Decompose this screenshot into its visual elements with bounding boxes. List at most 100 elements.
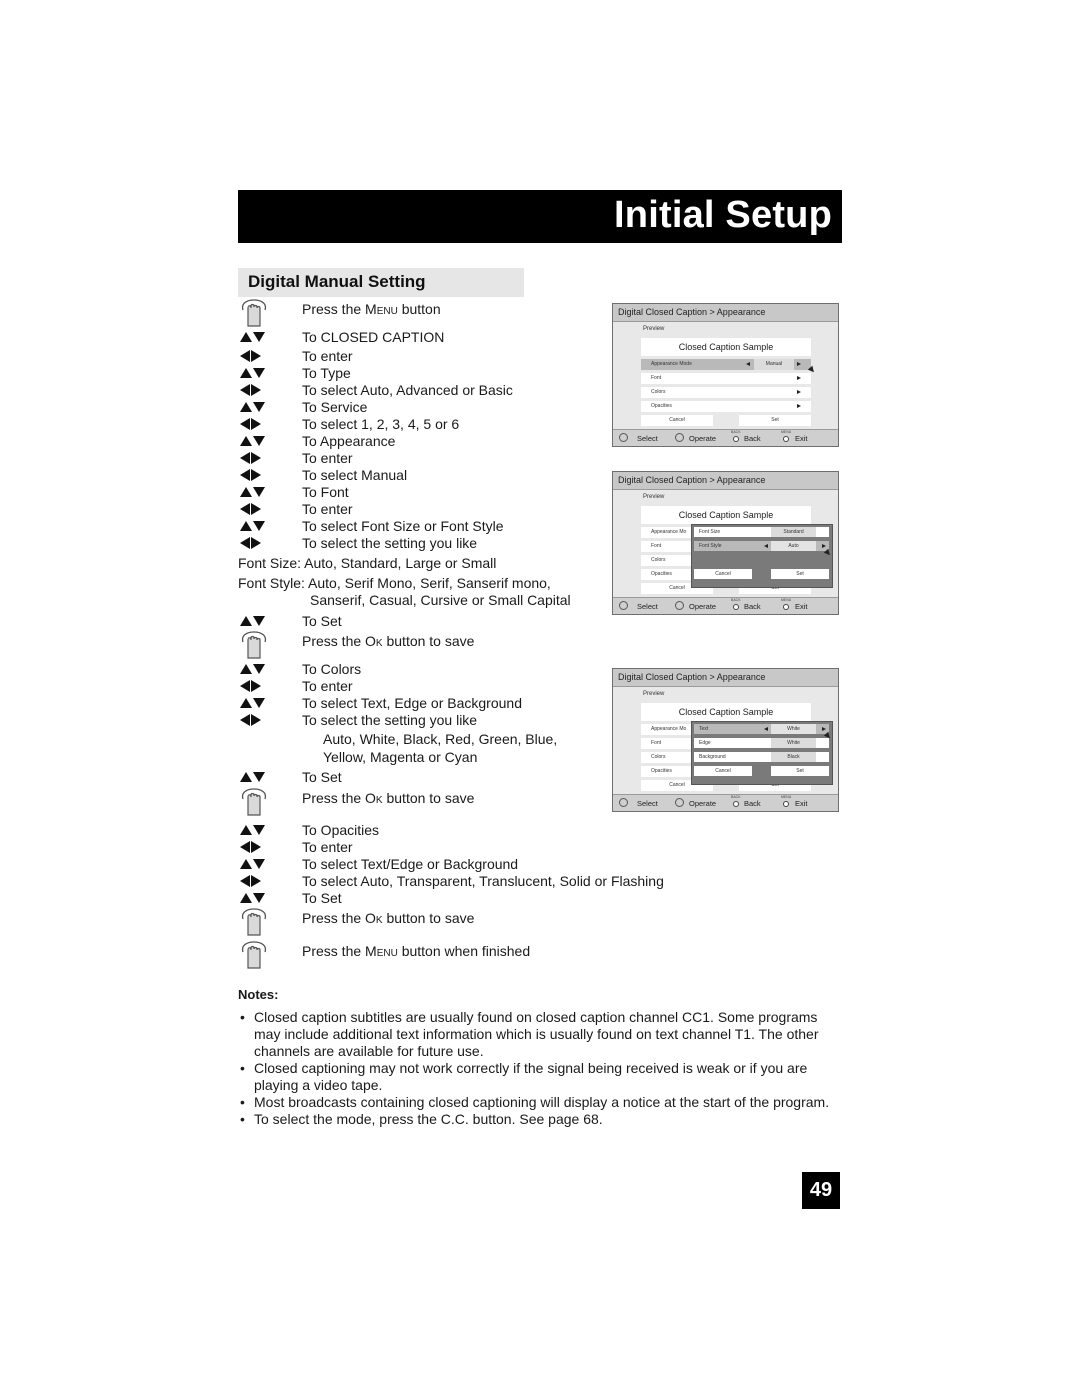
left-right-arrows-icon: [240, 838, 270, 856]
menu-row-font[interactable]: Font: [641, 373, 811, 384]
right-arrow-icon: [797, 390, 801, 394]
section-title: Digital Manual Setting: [248, 272, 426, 291]
menu-button-icon: [783, 436, 789, 442]
up-down-arrows-icon: [240, 889, 270, 907]
section-header: Digital Manual Setting: [238, 268, 524, 297]
popup-cancel-button[interactable]: Cancel: [694, 766, 752, 776]
step-text: To Type: [302, 365, 351, 381]
left-right-arrows-icon: [240, 381, 270, 399]
step-text: To enter: [302, 839, 353, 855]
popup-row-background[interactable]: Background Black: [694, 752, 829, 762]
dpad-icon: [675, 433, 684, 442]
step-text: To Set: [302, 613, 342, 629]
left-right-arrows-icon: [240, 677, 270, 695]
page-number: 49: [802, 1172, 840, 1209]
step-text: To select 1, 2, 3, 4, 5 or 6: [302, 416, 460, 432]
caption-sample: Closed Caption Sample: [641, 338, 811, 356]
set-button[interactable]: Set: [739, 415, 811, 426]
step-text: To select Text, Edge or Background: [302, 695, 522, 711]
up-down-arrows-icon: [240, 483, 270, 501]
popup-set-button[interactable]: Set: [771, 766, 829, 776]
up-down-arrows-icon: [240, 517, 270, 535]
up-down-arrows-icon: [240, 328, 270, 346]
up-down-arrows-icon: [240, 855, 270, 873]
step-text: To Colors: [302, 661, 362, 677]
hand-press-icon: [241, 299, 267, 327]
right-arrow-icon: [822, 544, 826, 548]
back-button-icon: [733, 436, 739, 442]
menu-row-appearance-mode[interactable]: Appearance Mode Manual: [641, 359, 811, 370]
popup-row-text[interactable]: Text White: [694, 724, 829, 734]
step-text: Press the Menu button when finished: [302, 943, 531, 959]
menu-button-icon: [783, 801, 789, 807]
breadcrumb: Digital Closed Caption > Appearance: [613, 669, 838, 687]
step-text: To Set: [302, 769, 342, 785]
up-down-arrows-icon: [240, 432, 270, 450]
option-list-text: Font Style: Auto, Serif Mono, Serif, San…: [238, 575, 551, 591]
remote-key-label: Ok: [365, 633, 383, 649]
menu-row-colors[interactable]: Colors: [641, 387, 811, 398]
dpad-icon: [619, 433, 628, 442]
step-text: To select Auto, Transparent, Translucent…: [302, 873, 664, 889]
left-right-arrows-icon: [240, 711, 270, 729]
dpad-icon: [675, 798, 684, 807]
option-list-text: Sanserif, Casual, Cursive or Small Capit…: [310, 592, 571, 608]
right-arrow-icon: [797, 362, 801, 366]
dpad-icon: [619, 798, 628, 807]
left-right-arrows-icon: [240, 449, 270, 467]
menu-row-opacities[interactable]: Opacities: [641, 401, 811, 412]
tv-footer: Select Operate BACK Back MENU Exit: [613, 794, 838, 811]
preview-label: Preview: [643, 326, 665, 332]
option-list-text: Font Size: Auto, Standard, Large or Smal…: [238, 555, 497, 571]
step-text: To enter: [302, 450, 353, 466]
popup-row-font-style[interactable]: Font Style Auto: [694, 541, 829, 551]
page-title: Initial Setup: [614, 194, 832, 236]
tv-footer: Select Operate BACK Back MENU Exit: [613, 597, 838, 614]
step-text: To enter: [302, 501, 353, 517]
left-arrow-icon: [764, 727, 768, 731]
step-text: Press the Ok button to save: [302, 790, 475, 806]
step-text: To Appearance: [302, 433, 396, 449]
step-text: To enter: [302, 348, 353, 364]
notes-heading: Notes:: [238, 987, 279, 1002]
hand-press-icon: [241, 941, 267, 969]
header-bar: Initial Setup: [238, 190, 842, 243]
left-right-arrows-icon: [240, 347, 270, 365]
left-right-arrows-icon: [240, 534, 270, 552]
back-button-icon: [733, 604, 739, 610]
right-arrow-icon: [822, 727, 826, 731]
left-right-arrows-icon: [240, 415, 270, 433]
left-right-arrows-icon: [240, 872, 270, 890]
step-text: Press the Ok button to save: [302, 633, 475, 649]
popup-cancel-button[interactable]: Cancel: [694, 569, 752, 579]
left-arrow-icon: [746, 362, 750, 366]
cancel-button[interactable]: Cancel: [641, 415, 713, 426]
dpad-icon: [619, 601, 628, 610]
tv-footer: Select Operate BACK Back MENU Exit: [613, 429, 838, 446]
popup-row-font-size[interactable]: Font Size Standard: [694, 527, 829, 537]
up-down-arrows-icon: [240, 364, 270, 382]
left-right-arrows-icon: [240, 500, 270, 518]
breadcrumb: Digital Closed Caption > Appearance: [613, 304, 838, 322]
preview-label: Preview: [643, 494, 665, 500]
option-list-text: Yellow, Magenta or Cyan: [323, 749, 478, 765]
right-arrow-icon: [797, 404, 801, 408]
tv-screen-colors: Digital Closed Caption > Appearance Prev…: [612, 668, 839, 812]
step-text: To select the setting you like: [302, 712, 478, 728]
step-text: To Set: [302, 890, 342, 906]
hand-press-icon: [241, 908, 267, 936]
right-arrow-icon: [797, 376, 801, 380]
step-text: To Service: [302, 399, 368, 415]
left-right-arrows-icon: [240, 466, 270, 484]
up-down-arrows-icon: [240, 398, 270, 416]
option-list-text: Auto, White, Black, Red, Green, Blue,: [323, 731, 558, 747]
step-text: To Opacities: [302, 822, 380, 838]
step-text: To select Manual: [302, 467, 408, 483]
breadcrumb: Digital Closed Caption > Appearance: [613, 472, 838, 490]
back-button-icon: [733, 801, 739, 807]
step-text: To CLOSED CAPTION: [302, 329, 445, 345]
font-popup: Font Size Standard Font Style Auto Cance…: [691, 524, 833, 588]
menu-button-icon: [783, 604, 789, 610]
popup-row-edge[interactable]: Edge White: [694, 738, 829, 748]
popup-set-button[interactable]: Set: [771, 569, 829, 579]
